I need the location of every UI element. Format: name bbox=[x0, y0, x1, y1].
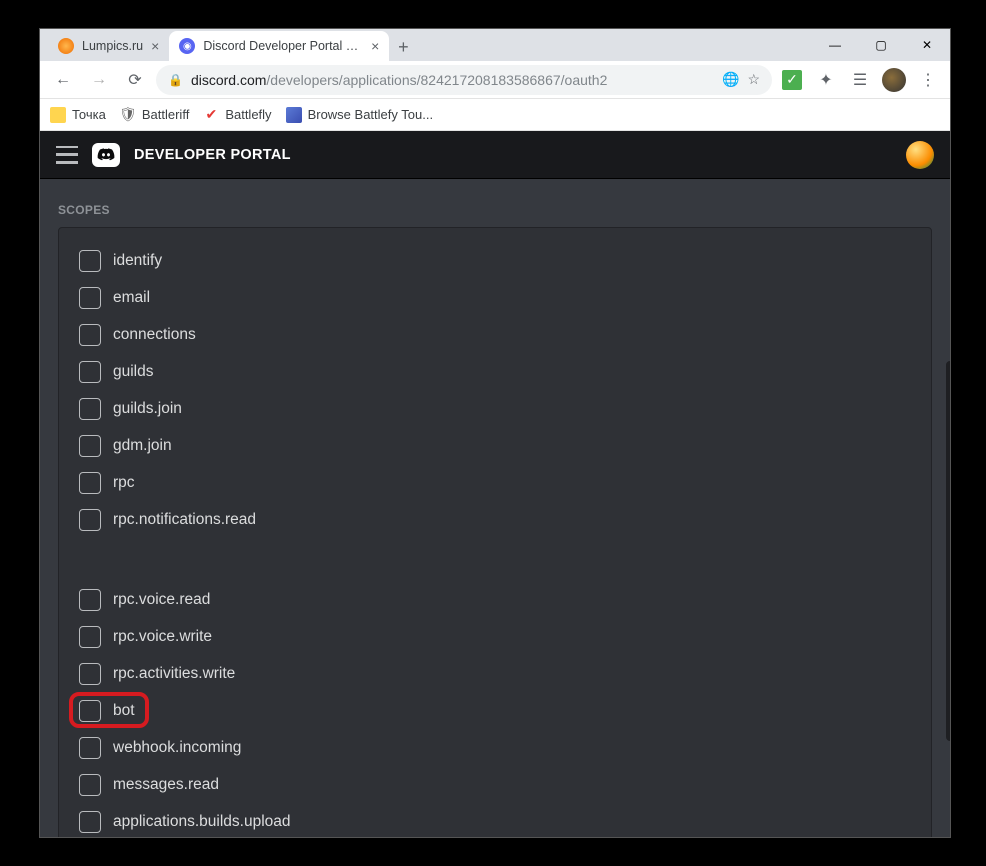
scope-checkbox[interactable] bbox=[79, 287, 101, 309]
scope-list: identify email connections guilds guilds.joi… bbox=[79, 250, 911, 833]
maximize-button[interactable]: ▢ bbox=[858, 29, 904, 61]
scope-checkbox[interactable] bbox=[79, 663, 101, 685]
scope-checkbox[interactable] bbox=[79, 361, 101, 383]
scope-checkbox[interactable] bbox=[79, 626, 101, 648]
scopes-box: identify email connections guilds guilds.joi… bbox=[58, 227, 932, 837]
hamburger-icon[interactable] bbox=[56, 146, 78, 164]
favicon-discord: ◉ bbox=[179, 38, 195, 54]
close-icon[interactable]: × bbox=[371, 38, 379, 54]
scope-row-guilds: guilds bbox=[79, 361, 911, 383]
bookmark-label: Browse Battlefy Tou... bbox=[308, 107, 434, 122]
scope-label: identify bbox=[113, 252, 162, 270]
scope-row-rpc-voice-write: rpc.voice.write bbox=[79, 626, 911, 648]
forward-button[interactable]: → bbox=[84, 65, 114, 95]
scope-row-connections: connections bbox=[79, 324, 911, 346]
bookmark-icon bbox=[286, 107, 302, 123]
scope-checkbox[interactable] bbox=[79, 811, 101, 833]
lock-icon: 🔒 bbox=[168, 73, 183, 87]
close-icon[interactable]: × bbox=[151, 38, 159, 54]
extension-check[interactable]: ✓ bbox=[778, 66, 806, 94]
bookmark-battlefly[interactable]: ✔ Battlefly bbox=[203, 107, 271, 123]
scope-label: rpc.voice.read bbox=[113, 591, 210, 609]
scope-label: email bbox=[113, 289, 150, 307]
star-icon[interactable]: ☆ bbox=[747, 71, 760, 88]
scope-label: applications.builds.upload bbox=[113, 813, 291, 831]
scope-row-gdm-join: gdm.join bbox=[79, 435, 911, 457]
scope-row-rpc-voice-read: rpc.voice.read bbox=[79, 589, 911, 611]
bookmark-icon bbox=[50, 107, 66, 123]
scope-row-guilds-join: guilds.join bbox=[79, 398, 911, 420]
reading-list-icon[interactable]: ☰ bbox=[846, 66, 874, 94]
new-tab-button[interactable]: + bbox=[389, 33, 417, 61]
scope-label: gdm.join bbox=[113, 437, 172, 455]
titlebar: Lumpics.ru × ◉ Discord Developer Portal … bbox=[40, 29, 950, 61]
bookmark-battleriff[interactable]: 🛡 Battleriff bbox=[120, 107, 189, 123]
scope-row-bot: bot bbox=[79, 700, 911, 722]
scope-checkbox[interactable] bbox=[79, 589, 101, 611]
menu-icon[interactable]: ⋮ bbox=[914, 66, 942, 94]
scope-row-rpc-activities-write: rpc.activities.write bbox=[79, 663, 911, 685]
profile-avatar[interactable] bbox=[880, 66, 908, 94]
scopes-section-label: SCOPES bbox=[58, 203, 932, 217]
discord-logo bbox=[92, 143, 120, 167]
scope-checkbox[interactable] bbox=[79, 472, 101, 494]
bookmark-icon: ✔ bbox=[203, 107, 219, 123]
scope-row-rpc-notifications-read: rpc.notifications.read bbox=[79, 509, 911, 531]
minimize-button[interactable]: — bbox=[812, 29, 858, 61]
scope-label: guilds bbox=[113, 363, 154, 381]
page-content: DEVELOPER PORTAL SCOPES identify email con… bbox=[40, 131, 950, 837]
scope-label: bot bbox=[113, 702, 135, 720]
scope-checkbox[interactable] bbox=[79, 737, 101, 759]
bookmark-label: Battleriff bbox=[142, 107, 189, 122]
scope-checkbox[interactable] bbox=[79, 324, 101, 346]
bookmarks-bar: Точка 🛡 Battleriff ✔ Battlefly Browse Ba… bbox=[40, 99, 950, 131]
scope-row-rpc: rpc bbox=[79, 472, 911, 494]
scope-row-email: email bbox=[79, 287, 911, 309]
scope-checkbox[interactable] bbox=[79, 250, 101, 272]
address-bar[interactable]: 🔒 discord.com/developers/applications/82… bbox=[156, 65, 772, 95]
scope-label: guilds.join bbox=[113, 400, 182, 418]
bookmark-icon: 🛡 bbox=[120, 107, 136, 123]
scope-label: rpc.activities.write bbox=[113, 665, 235, 683]
scope-row-webhook-incoming: webhook.incoming bbox=[79, 737, 911, 759]
scope-label: rpc.voice.write bbox=[113, 628, 212, 646]
translate-icon[interactable]: 🌐 bbox=[722, 71, 739, 88]
bookmark-label: Battlefly bbox=[225, 107, 271, 122]
favicon-lumpics bbox=[58, 38, 74, 54]
scope-row-messages-read: messages.read bbox=[79, 774, 911, 796]
scope-label: rpc.notifications.read bbox=[113, 511, 256, 529]
url-text: discord.com/developers/applications/8242… bbox=[191, 72, 714, 88]
tab-discord[interactable]: ◉ Discord Developer Portal — My A × bbox=[169, 31, 389, 61]
tab-title: Lumpics.ru bbox=[82, 39, 143, 53]
back-button[interactable]: ← bbox=[48, 65, 78, 95]
tab-lumpics[interactable]: Lumpics.ru × bbox=[48, 31, 169, 61]
bookmark-tochka[interactable]: Точка bbox=[50, 107, 106, 123]
discord-header: DEVELOPER PORTAL bbox=[40, 131, 950, 179]
bookmark-battlefy[interactable]: Browse Battlefy Tou... bbox=[286, 107, 434, 123]
scope-checkbox[interactable] bbox=[79, 774, 101, 796]
scope-checkbox[interactable] bbox=[79, 398, 101, 420]
window-controls: — ▢ ✕ bbox=[812, 29, 950, 61]
scope-label: messages.read bbox=[113, 776, 219, 794]
user-avatar[interactable] bbox=[906, 141, 934, 169]
page-body: SCOPES identify email connections guilds gui… bbox=[40, 179, 950, 837]
scope-label: rpc bbox=[113, 474, 135, 492]
scope-row-identify: identify bbox=[79, 250, 911, 272]
browser-window: Lumpics.ru × ◉ Discord Developer Portal … bbox=[39, 28, 951, 838]
extensions-icon[interactable]: ✦ bbox=[812, 66, 840, 94]
scope-checkbox[interactable] bbox=[79, 700, 101, 722]
developer-portal-title: DEVELOPER PORTAL bbox=[134, 147, 291, 163]
scope-row-applications-builds-upload: applications.builds.upload bbox=[79, 811, 911, 833]
toolbar: ← → ⟳ 🔒 discord.com/developers/applicati… bbox=[40, 61, 950, 99]
close-window-button[interactable]: ✕ bbox=[904, 29, 950, 61]
reload-button[interactable]: ⟳ bbox=[120, 65, 150, 95]
tab-title: Discord Developer Portal — My A bbox=[203, 39, 363, 53]
scrollbar[interactable] bbox=[946, 361, 950, 741]
scope-label: connections bbox=[113, 326, 196, 344]
bookmark-label: Точка bbox=[72, 107, 106, 122]
scope-label: webhook.incoming bbox=[113, 739, 241, 757]
scope-checkbox[interactable] bbox=[79, 509, 101, 531]
scope-checkbox[interactable] bbox=[79, 435, 101, 457]
